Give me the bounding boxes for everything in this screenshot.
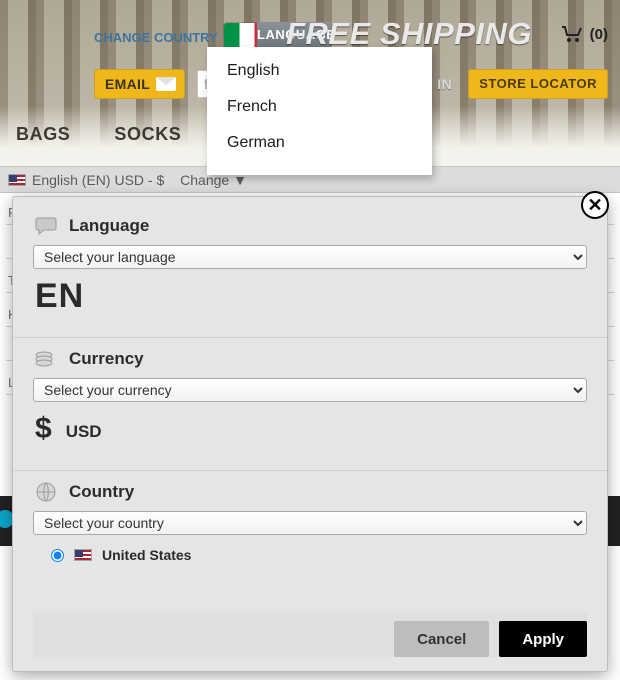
locale-settings-modal: ✕ Language Select your language EN Curre… — [12, 196, 608, 672]
close-icon[interactable]: ✕ — [581, 191, 609, 219]
currency-symbol: $ — [35, 412, 52, 446]
currency-title: Currency — [69, 349, 144, 369]
locale-text: English (EN) USD - $ — [32, 167, 164, 193]
country-radio-us[interactable] — [51, 549, 64, 562]
currency-code: USD — [66, 422, 102, 442]
country-title: Country — [69, 482, 134, 502]
store-locator-button[interactable]: STORE LOCATOR — [468, 69, 608, 99]
cart-area[interactable]: (0) — [560, 25, 608, 43]
coins-icon — [33, 348, 59, 370]
email-signup-label: EMAIL — [105, 77, 150, 91]
site-header: CHANGE COUNTRY LANGUAGE FREE SHIPPING (0… — [0, 0, 620, 167]
envelope-icon — [156, 77, 176, 91]
language-option-french[interactable]: French — [207, 89, 432, 125]
language-title: Language — [69, 216, 149, 236]
nav-bags[interactable]: BAGS — [16, 125, 70, 143]
cart-count: (0) — [590, 26, 608, 43]
divider — [13, 470, 607, 471]
language-dropdown: English French German — [207, 47, 432, 175]
flag-us-icon — [74, 549, 92, 561]
flag-us-icon — [8, 174, 26, 186]
free-shipping-banner: FREE SHIPPING — [286, 18, 532, 49]
cancel-button[interactable]: Cancel — [394, 621, 489, 657]
language-option-german[interactable]: German — [207, 125, 432, 161]
change-country-label: CHANGE COUNTRY — [94, 30, 218, 45]
globe-icon — [33, 481, 59, 503]
country-section: Country Select your country United State… — [33, 481, 587, 563]
country-selected-label: United States — [102, 547, 191, 563]
apply-button[interactable]: Apply — [499, 621, 587, 657]
divider — [13, 337, 607, 338]
currency-select[interactable]: Select your currency — [33, 378, 587, 402]
speech-bubble-icon — [33, 215, 59, 237]
language-select[interactable]: Select your language — [33, 245, 587, 269]
email-signup-button[interactable]: EMAIL — [94, 69, 185, 99]
modal-footer: Cancel Apply — [33, 611, 587, 657]
language-option-english[interactable]: English — [207, 53, 432, 89]
nav-socks[interactable]: SOCKS — [114, 125, 181, 143]
change-country-link[interactable]: CHANGE COUNTRY — [94, 31, 218, 44]
language-value: EN — [35, 279, 587, 313]
cart-icon — [560, 25, 584, 43]
language-section: Language Select your language EN — [33, 215, 587, 321]
country-select[interactable]: Select your country — [33, 511, 587, 535]
currency-section: Currency Select your currency $ USD — [33, 348, 587, 454]
